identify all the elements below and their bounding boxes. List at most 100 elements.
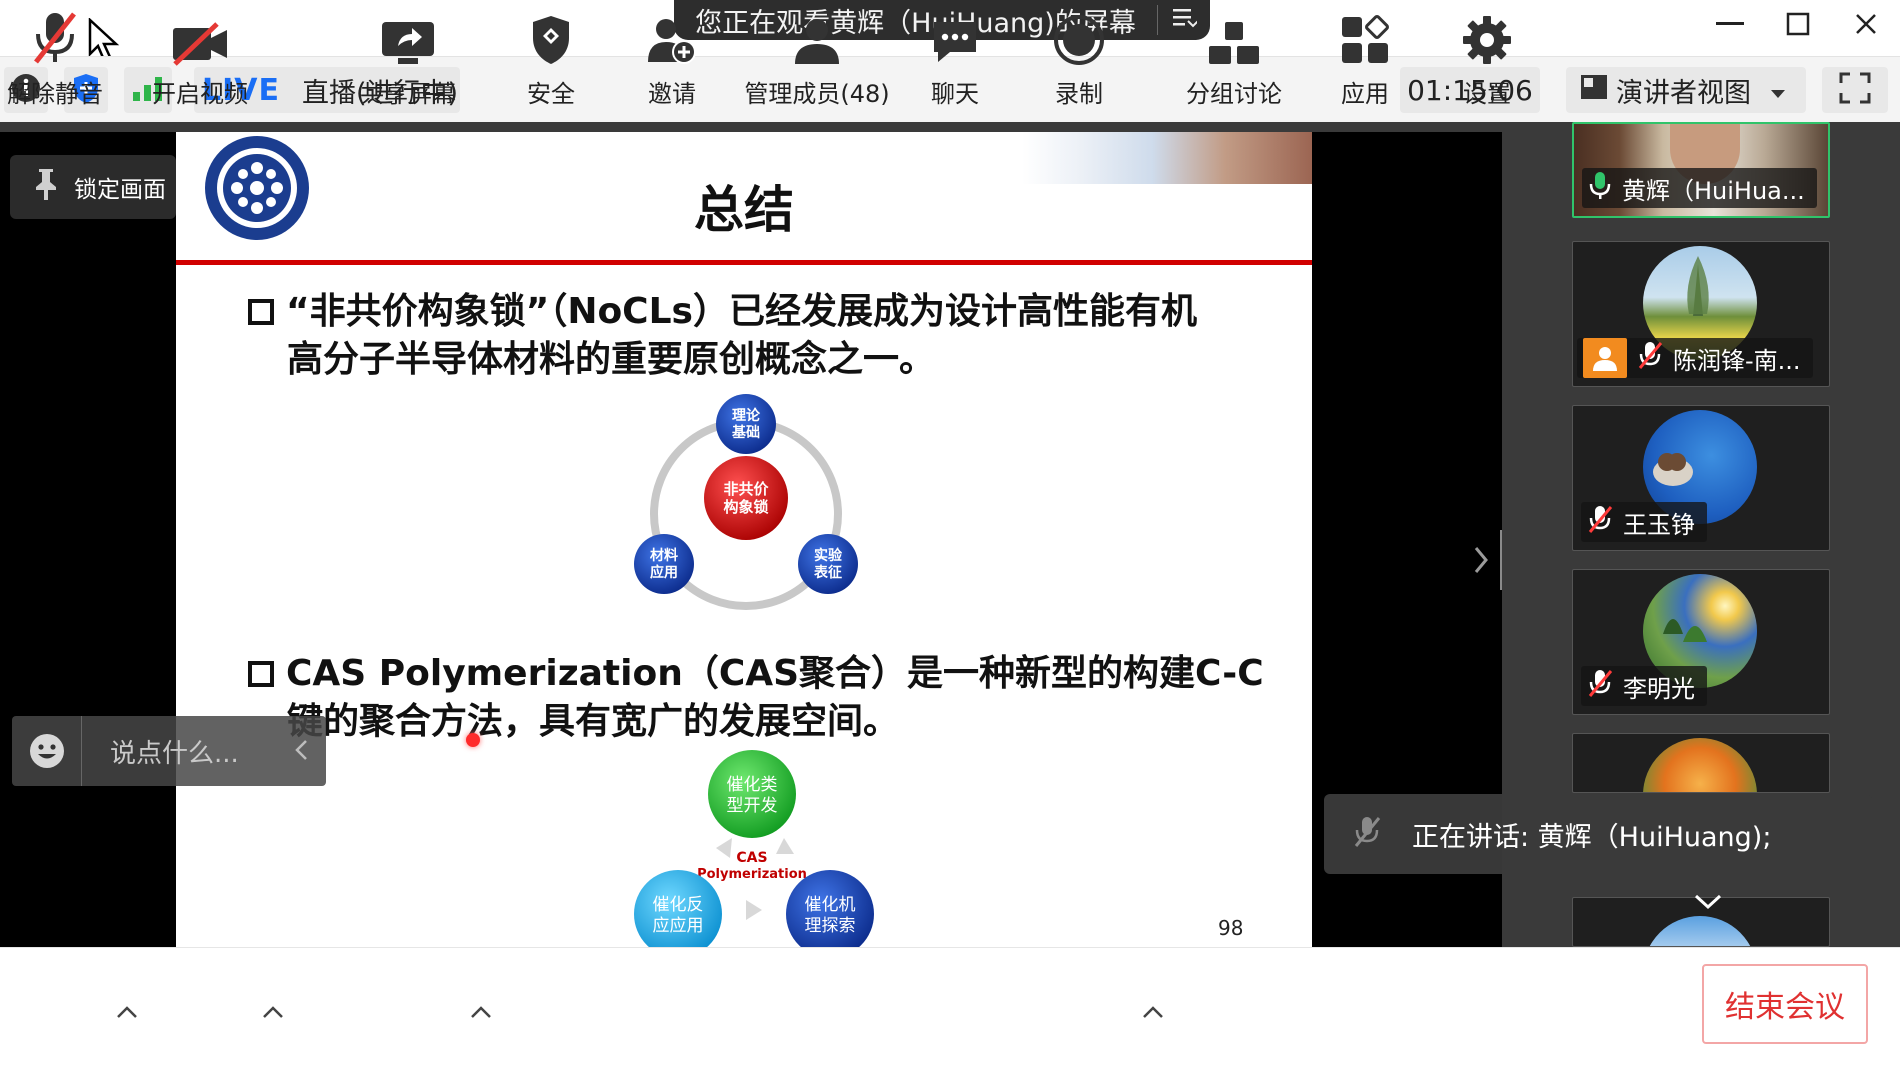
view-mode-label: 演讲者视图	[1616, 77, 1751, 109]
participant-tile[interactable]: 王玉铮	[1572, 405, 1830, 551]
security-button[interactable]: 安全	[508, 0, 594, 118]
active-speaker-text: 正在讲话: 黄辉（HuiHuang);	[1412, 821, 1772, 853]
diagram1-right-l1: 实验	[814, 547, 843, 564]
start-video-button[interactable]: 开启视频	[144, 0, 256, 118]
participant-name-tag: 王玉铮	[1581, 502, 1707, 542]
participant-name: 陈润锋-南...	[1673, 346, 1801, 375]
bullet-square-icon	[248, 299, 274, 325]
diagram2-left-l1: 催化反	[653, 895, 704, 915]
slide-title: 总结	[694, 181, 794, 239]
noncovalent-lock-diagram: 非共价 构象锁 理论 基础 材料 应用 实验 表征	[634, 394, 858, 610]
video-options-chevron-icon[interactable]	[262, 1000, 284, 1024]
bullet-1-line-2: 高分子半导体材料的重要原创概念之一。	[287, 339, 936, 380]
layout-icon	[1580, 74, 1608, 107]
unmute-label: 解除静音	[7, 80, 103, 108]
diagram1-top-l1: 理论	[732, 407, 761, 424]
add-user-icon	[646, 0, 698, 70]
bullet-2-line-2: 键的聚合方法，具有宽广的发展空间。	[287, 701, 900, 742]
diagram1-right-node	[798, 534, 858, 594]
lock-view-label: 锁定画面	[74, 177, 166, 203]
participant-name-tag: 陈润锋-南...	[1577, 338, 1813, 378]
record-options-chevron-icon[interactable]	[1142, 1000, 1164, 1024]
mic-muted-icon	[1587, 504, 1613, 540]
share-screen-label: 共享屏幕	[360, 80, 456, 108]
presentation-slide: 总结 “非共价构象锁”（NoCLs）已经发展成为设计高性能有机 高分子半导体材料…	[176, 132, 1312, 947]
diagram2-left-l2: 应应用	[653, 916, 704, 936]
breakout-rooms-label: 分组讨论	[1186, 80, 1282, 108]
chevron-down-icon	[1694, 894, 1722, 910]
lock-view-button[interactable]: 锁定画面	[10, 155, 176, 219]
mic-on-icon	[1588, 170, 1612, 206]
gear-icon	[1461, 0, 1513, 70]
cas-polymerization-diagram: 催化类 型开发 CAS Polymerization 催化反 应应用 催化机 理…	[634, 750, 874, 947]
participant-name: 李明光	[1623, 674, 1695, 703]
participant-name-tag: 黄辉（HuiHua...	[1582, 168, 1817, 208]
active-speaker-banner: 正在讲话: 黄辉（HuiHuang);	[1324, 794, 1872, 874]
diagram1-top-l2: 基础	[732, 424, 760, 441]
manage-participants-button[interactable]: 管理成员(48)	[742, 0, 892, 118]
slide-page-number: 98	[1218, 916, 1244, 940]
fullscreen-icon	[1839, 72, 1871, 108]
manage-participants-label: 管理成员(48)	[744, 80, 890, 108]
breakout-rooms-icon	[1207, 0, 1261, 70]
diagram2-top-l2: 型开发	[727, 796, 778, 816]
maximize-button[interactable]	[1770, 4, 1826, 44]
record-button[interactable]: 录制	[1036, 0, 1122, 118]
title-underline	[176, 260, 1312, 265]
mic-muted-icon	[30, 0, 80, 70]
diagram1-center-l2: 构象锁	[723, 498, 768, 516]
invite-label: 邀请	[648, 80, 696, 108]
security-shield-icon	[529, 0, 573, 70]
diagram2-right-l1: 催化机	[805, 895, 856, 915]
end-meeting-button[interactable]: 结束会议	[1702, 964, 1868, 1044]
participant-name: 王玉铮	[1623, 510, 1695, 539]
chevron-right-icon	[1474, 547, 1488, 573]
record-icon	[1053, 0, 1105, 70]
security-label: 安全	[527, 80, 575, 108]
chat-button[interactable]: 聊天	[912, 0, 998, 118]
unmute-button[interactable]: 解除静音	[0, 0, 110, 118]
apps-button[interactable]: 应用	[1322, 0, 1408, 118]
audio-options-chevron-icon[interactable]	[116, 1000, 138, 1024]
slide-bullet-1: “非共价构象锁”（NoCLs）已经发展成为设计高性能有机 高分子半导体材料的重要…	[248, 288, 1197, 384]
meeting-toolbar	[0, 947, 1900, 1065]
minimize-button[interactable]	[1702, 4, 1758, 44]
slide-bullet-2: CAS Polymerization（CAS聚合）是一种新型的构建C-C 键的聚…	[248, 650, 1264, 746]
quick-chat-input[interactable]: 说点什么...	[12, 716, 326, 786]
diagram2-top-l1: 催化类	[727, 775, 778, 795]
panel-toggle-handle[interactable]	[1470, 530, 1509, 590]
invite-button[interactable]: 邀请	[630, 0, 714, 118]
diagram1-left-l2: 应用	[650, 564, 678, 581]
diagram2-center-l1: CAS	[736, 850, 767, 866]
pin-icon	[32, 167, 60, 207]
participant-tile[interactable]: 黄辉（HuiHua...	[1572, 122, 1830, 218]
record-label: 录制	[1055, 80, 1103, 108]
emoji-icon[interactable]	[12, 716, 82, 786]
share-options-chevron-icon[interactable]	[470, 1000, 492, 1024]
user-avatar-icon	[1583, 338, 1627, 378]
bullet-1-line-1: “非共价构象锁”（NoCLs）已经发展成为设计高性能有机	[286, 291, 1197, 332]
diagram1-left-l1: 材料	[650, 547, 678, 564]
diagram1-center-l1: 非共价	[723, 480, 769, 498]
collapse-chevron-icon[interactable]	[276, 735, 326, 768]
participant-tile[interactable]	[1572, 733, 1830, 793]
speaker-view-dropdown[interactable]: 演讲者视图	[1566, 67, 1806, 113]
participant-name-tag: 李明光	[1581, 666, 1707, 706]
chat-label: 聊天	[931, 80, 979, 108]
settings-label: 设置	[1463, 80, 1511, 108]
gallery-scroll-down-button[interactable]	[1630, 880, 1786, 924]
bullet-2-line-1: CAS Polymerization（CAS聚合）是一种新型的构建C-C	[286, 653, 1264, 694]
close-button[interactable]	[1838, 4, 1894, 44]
share-screen-button[interactable]: 共享屏幕	[350, 0, 466, 118]
fullscreen-button[interactable]	[1822, 67, 1888, 113]
settings-button[interactable]: 设置	[1444, 0, 1530, 118]
participant-tile[interactable]: 陈润锋-南...	[1572, 241, 1830, 387]
apps-label: 应用	[1341, 80, 1389, 108]
diagram1-top-node	[716, 394, 776, 454]
breakout-rooms-button[interactable]: 分组讨论	[1176, 0, 1292, 118]
participant-tile[interactable]: 李明光	[1572, 569, 1830, 715]
chevron-down-icon	[1771, 75, 1785, 106]
mic-muted-icon	[1352, 814, 1382, 855]
mic-muted-icon	[1637, 340, 1663, 376]
chat-placeholder: 说点什么...	[110, 738, 239, 769]
